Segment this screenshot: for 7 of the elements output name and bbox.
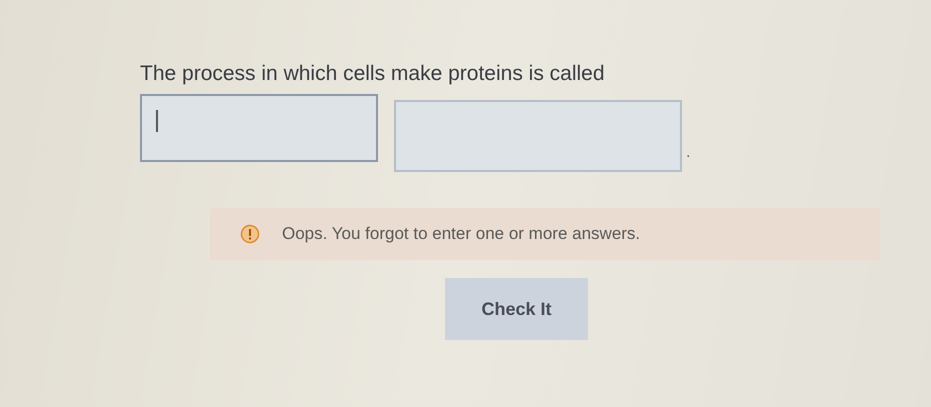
- answer-box[interactable]: [394, 100, 682, 172]
- warning-message: Oops. You forgot to enter one or more answers.: [282, 224, 640, 244]
- check-button[interactable]: Check It: [445, 278, 588, 340]
- warning-icon: [240, 224, 260, 244]
- period: .: [686, 144, 690, 162]
- question-text: The process in which cells make proteins is called: [140, 62, 606, 86]
- answer-box[interactable]: [140, 94, 378, 162]
